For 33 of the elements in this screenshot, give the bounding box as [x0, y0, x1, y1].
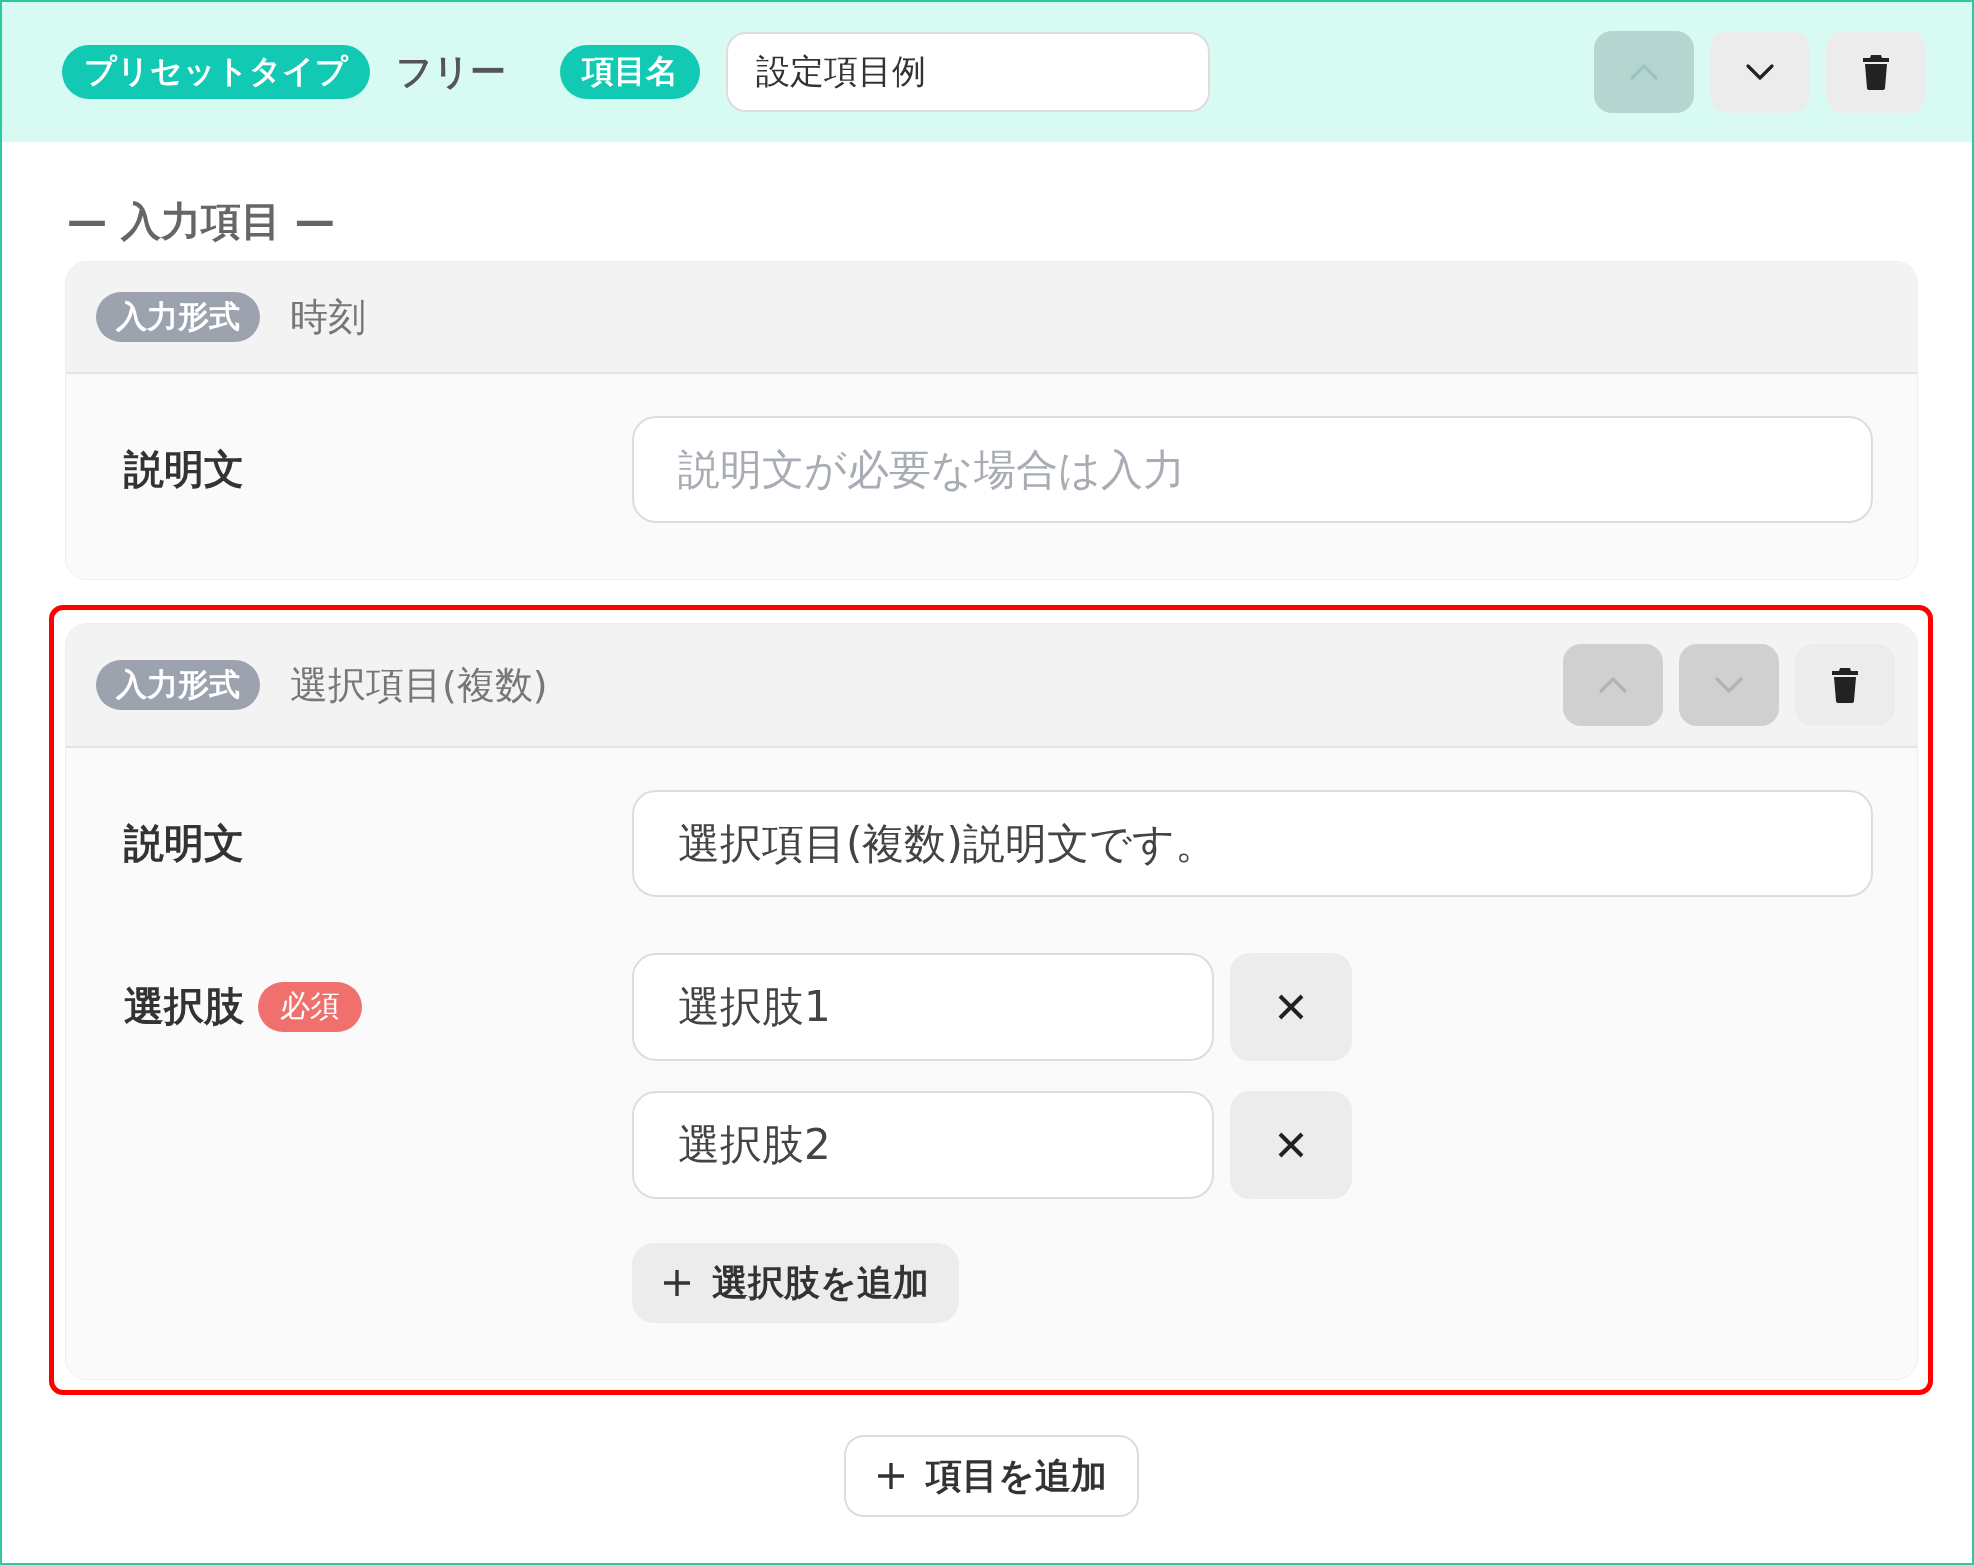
plus-icon [876, 1461, 906, 1491]
chevron-down-icon [1714, 676, 1744, 694]
description-field[interactable]: 選択項目(複数)説明文です。 [632, 790, 1873, 897]
required-badge: 必須 [258, 981, 362, 1032]
plus-icon [662, 1268, 692, 1298]
item-name-badge: 項目名 [560, 45, 700, 99]
trash-icon [1831, 667, 1859, 703]
close-icon [1277, 993, 1305, 1021]
chevron-up-icon [1629, 63, 1659, 81]
option-field[interactable]: 選択肢2 [632, 1091, 1214, 1199]
field-label: 説明文 [124, 819, 244, 868]
preset-type-value: フリー [396, 49, 506, 94]
input-type-badge: 入力形式 [96, 660, 260, 710]
delete-button[interactable] [1795, 644, 1895, 726]
add-option-button[interactable]: 選択肢を追加 [632, 1243, 959, 1323]
field-label: 選択肢 [124, 982, 244, 1031]
preset-type-badge: プリセットタイプ [62, 45, 370, 99]
close-icon [1277, 1131, 1305, 1159]
remove-option-button[interactable] [1230, 953, 1352, 1061]
field-label: 説明文 [124, 445, 244, 494]
input-type-value: 選択項目(複数) [290, 661, 548, 709]
input-type-badge: 入力形式 [96, 292, 260, 342]
chevron-up-icon [1598, 676, 1628, 694]
add-item-button[interactable]: 項目を追加 [844, 1435, 1139, 1517]
item-name-field[interactable]: 設定項目例 [726, 32, 1210, 112]
input-type-value: 時刻 [290, 293, 366, 341]
trash-icon [1862, 54, 1890, 90]
description-field[interactable]: 説明文が必要な場合は入力 [632, 416, 1873, 523]
remove-option-button[interactable] [1230, 1091, 1352, 1199]
option-field[interactable]: 選択肢1 [632, 953, 1214, 1061]
chevron-down-icon [1745, 63, 1775, 81]
delete-button[interactable] [1826, 31, 1926, 113]
section-heading: — 入力項目 — [67, 197, 336, 246]
